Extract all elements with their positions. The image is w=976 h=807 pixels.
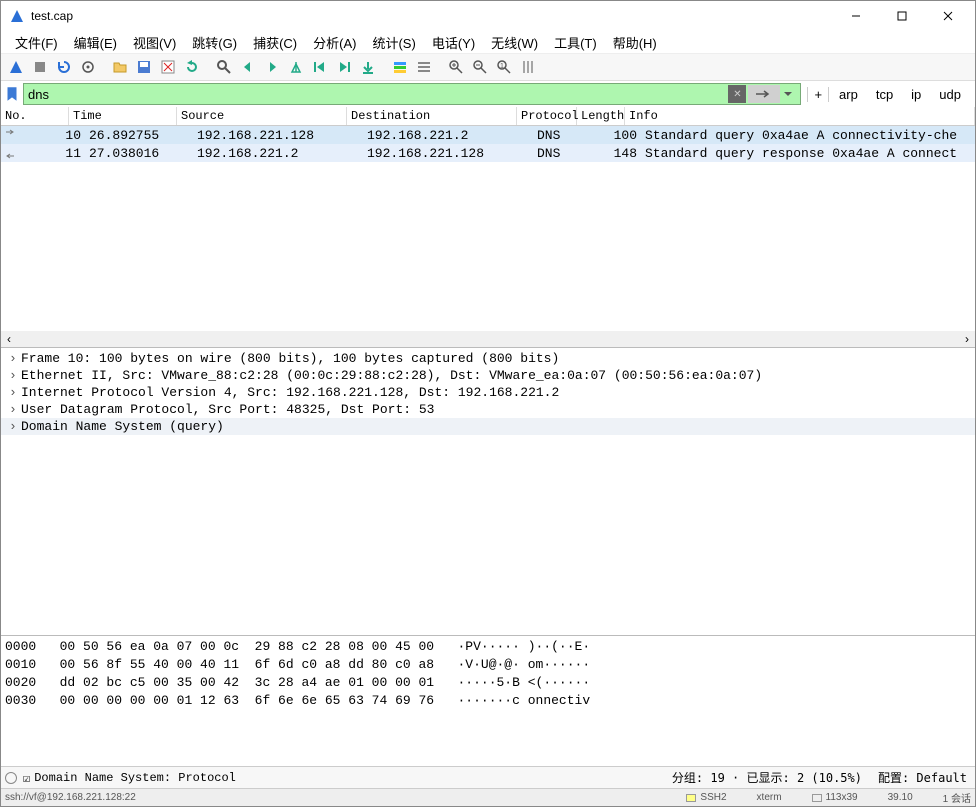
menu-bar: 文件(F) 编辑(E) 视图(V) 跳转(G) 捕获(C) 分析(A) 统计(S…: [1, 31, 975, 53]
expert-info-icon[interactable]: [5, 772, 17, 784]
close-file-icon[interactable]: [157, 56, 179, 78]
go-back-icon[interactable]: [237, 56, 259, 78]
hex-line[interactable]: 0020 dd 02 bc c5 00 35 00 42 3c 28 a4 ae…: [5, 675, 590, 690]
status-field: Domain Name System: Protocol: [30, 771, 236, 785]
filter-bar: ✕ + arp tcp ip udp: [1, 81, 975, 107]
start-capture-icon[interactable]: [5, 56, 27, 78]
term-sessions: 1 会话: [943, 790, 971, 805]
col-time[interactable]: Time: [69, 107, 177, 125]
filter-shortcut-udp[interactable]: udp: [931, 87, 969, 102]
window-title: test.cap: [31, 9, 833, 23]
menu-help[interactable]: 帮助(H): [605, 31, 665, 54]
status-packets: 分组: 19 · 已显示: 2 (10.5%): [672, 769, 862, 786]
hex-line[interactable]: 0030 00 00 00 00 00 01 12 63 6f 6e 6e 65…: [5, 693, 590, 708]
find-icon[interactable]: [213, 56, 235, 78]
display-filter-wrap: ✕: [23, 83, 801, 105]
display-filter-input[interactable]: [28, 87, 726, 102]
hex-line[interactable]: 0000 00 50 56 ea 0a 07 00 0c 29 88 c2 28…: [5, 639, 590, 654]
svg-text:1: 1: [500, 63, 504, 70]
filter-shortcut-ip[interactable]: ip: [903, 87, 929, 102]
related-in-icon: [3, 147, 17, 159]
col-dst[interactable]: Destination: [347, 107, 517, 125]
term-size: 113x39: [812, 792, 858, 803]
go-first-icon[interactable]: [309, 56, 331, 78]
minimize-button[interactable]: [833, 1, 879, 31]
terminal-status-bar: ssh://vf@192.168.221.128:22 SSH2 xterm 1…: [1, 788, 975, 806]
go-to-icon[interactable]: [285, 56, 307, 78]
ssh-target: ssh://vf@192.168.221.128:22: [5, 792, 136, 803]
hex-line[interactable]: 0010 00 56 8f 55 40 00 40 11 6f 6d c0 a8…: [5, 657, 590, 672]
packet-list-body[interactable]: 10 26.892755 192.168.221.128 192.168.221…: [1, 126, 975, 331]
status-check-icon: ☑: [23, 771, 30, 785]
app-window: test.cap 文件(F) 编辑(E) 视图(V) 跳转(G) 捕获(C) 分…: [0, 0, 976, 807]
menu-edit[interactable]: 编辑(E): [66, 31, 125, 54]
menu-file[interactable]: 文件(F): [7, 31, 66, 54]
reload-icon[interactable]: [181, 56, 203, 78]
open-icon[interactable]: [109, 56, 131, 78]
detail-line[interactable]: ›Frame 10: 100 bytes on wire (800 bits),…: [1, 350, 975, 367]
col-len[interactable]: Length: [577, 107, 625, 125]
col-proto[interactable]: Protocol: [517, 107, 577, 125]
clear-filter-icon[interactable]: ✕: [728, 85, 746, 103]
save-icon[interactable]: [133, 56, 155, 78]
bookmark-filter-icon[interactable]: [3, 85, 21, 103]
detail-line[interactable]: ›Internet Protocol Version 4, Src: 192.1…: [1, 384, 975, 401]
term-type: xterm: [757, 792, 782, 803]
col-info[interactable]: Info: [625, 107, 975, 125]
menu-stats[interactable]: 统计(S): [364, 31, 423, 54]
menu-go[interactable]: 跳转(G): [184, 31, 245, 54]
packet-bytes-pane[interactable]: 0000 00 50 56 ea 0a 07 00 0c 29 88 c2 28…: [1, 635, 975, 766]
zoom-reset-icon[interactable]: 1: [493, 56, 515, 78]
filter-dropdown-icon[interactable]: [780, 85, 796, 103]
detail-line[interactable]: ›Domain Name System (query): [1, 418, 975, 435]
options-icon[interactable]: [77, 56, 99, 78]
status-bar: ☑ Domain Name System: Protocol 分组: 19 · …: [1, 766, 975, 788]
restart-capture-icon[interactable]: [53, 56, 75, 78]
related-out-icon: [3, 129, 17, 141]
stop-capture-icon[interactable]: [29, 56, 51, 78]
apply-filter-icon[interactable]: [748, 85, 780, 103]
col-no[interactable]: No.: [1, 107, 69, 125]
add-filter-button[interactable]: +: [807, 87, 829, 102]
resize-columns-icon[interactable]: [517, 56, 539, 78]
auto-scroll-live-icon[interactable]: [413, 56, 435, 78]
detail-line[interactable]: ›User Datagram Protocol, Src Port: 48325…: [1, 401, 975, 418]
filter-shortcut-tcp[interactable]: tcp: [868, 87, 901, 102]
col-src[interactable]: Source: [177, 107, 347, 125]
menu-tools[interactable]: 工具(T): [546, 31, 605, 54]
packet-row[interactable]: 11 27.038016 192.168.221.2 192.168.221.1…: [1, 144, 975, 162]
detail-line[interactable]: ›Ethernet II, Src: VMware_88:c2:28 (00:0…: [1, 367, 975, 384]
maximize-button[interactable]: [879, 1, 925, 31]
go-forward-icon[interactable]: [261, 56, 283, 78]
go-last-icon[interactable]: [333, 56, 355, 78]
menu-wireless[interactable]: 无线(W): [483, 31, 546, 54]
zoom-in-icon[interactable]: [445, 56, 467, 78]
menu-telephony[interactable]: 电话(Y): [424, 31, 483, 54]
auto-scroll-icon[interactable]: [357, 56, 379, 78]
zoom-out-icon[interactable]: [469, 56, 491, 78]
packet-list-header[interactable]: No. Time Source Destination Protocol Len…: [1, 107, 975, 126]
ssh-mode: SSH2: [686, 792, 726, 803]
app-icon: [9, 8, 25, 24]
packet-list-hscroll[interactable]: ‹›: [1, 331, 975, 347]
packet-list-pane: No. Time Source Destination Protocol Len…: [1, 107, 975, 347]
packet-row[interactable]: 10 26.892755 192.168.221.128 192.168.221…: [1, 126, 975, 144]
close-button[interactable]: [925, 1, 971, 31]
filter-shortcut-arp[interactable]: arp: [831, 87, 866, 102]
packet-details-pane[interactable]: ›Frame 10: 100 bytes on wire (800 bits),…: [1, 347, 975, 635]
toolbar: 1: [1, 53, 975, 81]
colorize-icon[interactable]: [389, 56, 411, 78]
menu-capture[interactable]: 捕获(C): [245, 31, 305, 54]
menu-view[interactable]: 视图(V): [125, 31, 184, 54]
term-pos: 39.10: [888, 792, 913, 803]
status-profile[interactable]: 配置: Default: [878, 769, 967, 786]
menu-analyze[interactable]: 分析(A): [305, 31, 364, 54]
title-bar[interactable]: test.cap: [1, 1, 975, 31]
